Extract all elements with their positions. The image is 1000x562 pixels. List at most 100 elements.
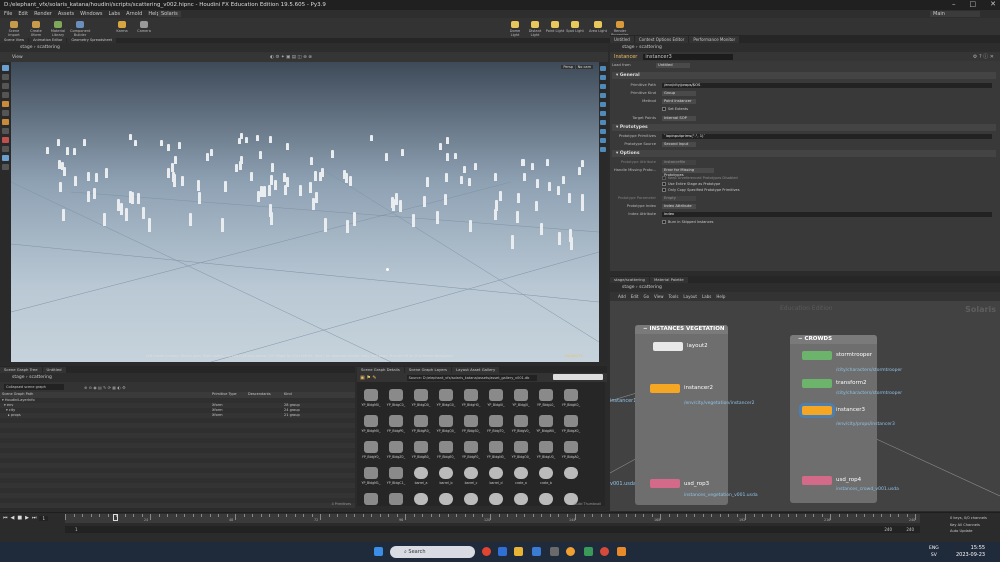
- net-menu-view[interactable]: View: [654, 294, 664, 299]
- asset-thumbnail[interactable]: YP_BldgI0_: [484, 386, 508, 413]
- asset-thumbnail[interactable]: YP_BldgR0_: [409, 412, 433, 439]
- light-tool-icon[interactable]: [2, 128, 9, 134]
- only-copy-checkbox[interactable]: Only Copy Specified Prototype Primitives: [662, 188, 740, 192]
- asset-thumbnail[interactable]: [484, 490, 508, 506]
- view-tool-icon[interactable]: [2, 155, 9, 161]
- shading-icon[interactable]: [600, 84, 606, 89]
- move-tool-icon[interactable]: [2, 74, 9, 80]
- wireframe-icon[interactable]: [600, 93, 606, 98]
- net-menu-layout[interactable]: Layout: [683, 294, 697, 299]
- minimize-button[interactable]: –: [952, 0, 956, 8]
- col-kind[interactable]: Kind: [284, 392, 292, 396]
- asset-thumbnail[interactable]: YP_BldgN0_: [484, 438, 508, 465]
- prototype-parameter-menu[interactable]: Empty: [662, 196, 696, 201]
- menu-render[interactable]: Render: [34, 11, 52, 17]
- shelf-tool-karma[interactable]: Karma: [112, 21, 132, 33]
- app2-icon[interactable]: [584, 547, 593, 556]
- range-end-global[interactable]: 240: [906, 527, 914, 532]
- asset-thumbnail[interactable]: YP_BldgL0_: [534, 386, 558, 413]
- asset-thumbnail[interactable]: YP_BldgX0_: [559, 412, 583, 439]
- net-menu-tools[interactable]: Tools: [669, 294, 679, 299]
- primitive-path-field[interactable]: /env/city/props/$OS: [662, 83, 992, 88]
- prototype-index-menu[interactable]: Index Attribute: [662, 204, 696, 209]
- node-instancer3[interactable]: [802, 406, 832, 415]
- handle-missing-menu[interactable]: Error for Missing Prototypes: [662, 168, 714, 177]
- vlc-icon[interactable]: [617, 547, 626, 556]
- asset-thumbnail[interactable]: YP_BldgM0_: [359, 412, 383, 439]
- path-scattering[interactable]: scattering: [29, 375, 52, 380]
- menu-arnold[interactable]: Arnold: [126, 11, 142, 17]
- asset-thumbnail[interactable]: YP_BldgC0_: [384, 386, 408, 413]
- path-scattering[interactable]: scattering: [37, 45, 60, 50]
- col-path[interactable]: Scene Graph Path: [2, 392, 33, 396]
- gallery-source[interactable]: Source: D:/elephant_vfx/solaris_katana/a…: [406, 374, 537, 381]
- tab-context-options[interactable]: Context Options Editor: [634, 36, 689, 43]
- asset-thumbnail[interactable]: YP_BldgP0_: [384, 412, 408, 439]
- asset-thumbnail[interactable]: crate_b: [534, 464, 558, 491]
- app-icon[interactable]: [498, 547, 507, 556]
- select-tool-icon[interactable]: [2, 65, 9, 71]
- menu-file[interactable]: File: [4, 11, 12, 17]
- handle-tool-icon[interactable]: [2, 101, 9, 107]
- menu-windows[interactable]: Windows: [80, 11, 102, 17]
- windows-start-icon[interactable]: [374, 547, 383, 556]
- asset-thumbnail[interactable]: YP_BldgW0_: [534, 412, 558, 439]
- path-scattering[interactable]: scattering: [639, 285, 662, 290]
- asset-thumbnail[interactable]: barrel_a: [409, 464, 433, 491]
- prototype-primitives-field[interactable]: `lopinputprims(".", 1)`: [662, 134, 992, 139]
- network-box-vegetation[interactable]: − INSTANCES VEGETATION: [635, 325, 728, 505]
- asset-thumbnail[interactable]: crate_a: [509, 464, 533, 491]
- desktop-select[interactable]: Solaris: [158, 11, 181, 17]
- primitive-kind-menu[interactable]: Group: [662, 91, 696, 96]
- asset-thumbnail[interactable]: YP_BldgQ0_: [434, 412, 458, 439]
- gallery-search-input[interactable]: [553, 374, 603, 380]
- viewer-tools-icons[interactable]: ◐ ⚙ ✦ ▣ ▤ ◫ ⊕ ⊗: [270, 55, 312, 60]
- asset-thumbnail[interactable]: YP_BldgU0_: [534, 438, 558, 465]
- asset-thumbnail[interactable]: [409, 490, 433, 506]
- asset-thumbnail[interactable]: [384, 490, 408, 506]
- shelf-tool-scene-import[interactable]: Scene Import: [4, 21, 24, 37]
- burn-in-checkbox[interactable]: Burn in Skipped Instances: [662, 220, 714, 224]
- col-descendants[interactable]: Descendants: [248, 392, 271, 396]
- viewer-tab-view[interactable]: View: [12, 55, 23, 60]
- background-icon[interactable]: [600, 120, 606, 125]
- camera-tool-icon[interactable]: [2, 164, 9, 170]
- prev-key-button[interactable]: ◀: [11, 515, 15, 521]
- current-frame-field[interactable]: 1: [39, 515, 49, 521]
- tree-tool-icons[interactable]: ⊕ ⊖ ◉ ▤ ✎ ⟳ ▦ ◐ ⚙: [84, 385, 126, 390]
- shelf-tool-area-light[interactable]: Area Light: [588, 21, 608, 33]
- node-stormtrooper[interactable]: [802, 351, 832, 360]
- asset-thumbnail[interactable]: YP_BldgS0_: [459, 412, 483, 439]
- shelf-tool-point-light[interactable]: Point Light: [545, 21, 565, 33]
- browser-icon[interactable]: [482, 547, 491, 556]
- snapshot-icon[interactable]: [600, 138, 606, 143]
- ghost-icon[interactable]: [600, 111, 606, 116]
- col-type[interactable]: Primitive Type: [212, 392, 237, 396]
- path-scattering[interactable]: scattering: [639, 45, 662, 50]
- main-select[interactable]: Main: [930, 11, 980, 17]
- node-name-field[interactable]: instancer3: [643, 53, 734, 60]
- asset-thumbnail[interactable]: YP_BldgF0_: [459, 438, 483, 465]
- net-menu-labs[interactable]: Labs: [702, 294, 711, 299]
- close-button[interactable]: ✕: [990, 0, 996, 8]
- section-general[interactable]: ▾ General: [612, 72, 996, 79]
- magnet-icon[interactable]: [2, 137, 9, 143]
- scale-tool-icon[interactable]: [2, 92, 9, 98]
- set-extents-checkbox[interactable]: Set Extents: [662, 107, 688, 111]
- file-explorer-icon[interactable]: [514, 547, 523, 556]
- shelf-tool-dome-light[interactable]: Dome Light: [505, 21, 525, 37]
- prototype-source-menu[interactable]: Second Input: [662, 142, 696, 147]
- paint-tool-icon[interactable]: [2, 119, 9, 125]
- asset-thumbnail[interactable]: YP_BldgK0_: [559, 386, 583, 413]
- viewport-3d[interactable]: Persp No cam: [11, 62, 599, 362]
- asset-thumbnail[interactable]: [509, 490, 533, 506]
- index-attribute-field[interactable]: index: [662, 212, 992, 217]
- first-frame-button[interactable]: ⏮: [3, 515, 8, 521]
- asset-thumbnail[interactable]: YP_BldgJ0_: [509, 386, 533, 413]
- chrome-icon[interactable]: [600, 547, 609, 556]
- menu-edit[interactable]: Edit: [18, 11, 28, 17]
- asset-thumbnail[interactable]: YP_BldgG0_: [434, 386, 458, 413]
- asset-thumbnail[interactable]: YP_BldgY0_: [359, 438, 383, 465]
- stop-button[interactable]: ■: [17, 515, 22, 521]
- tab-untitled[interactable]: Untitled: [610, 36, 634, 43]
